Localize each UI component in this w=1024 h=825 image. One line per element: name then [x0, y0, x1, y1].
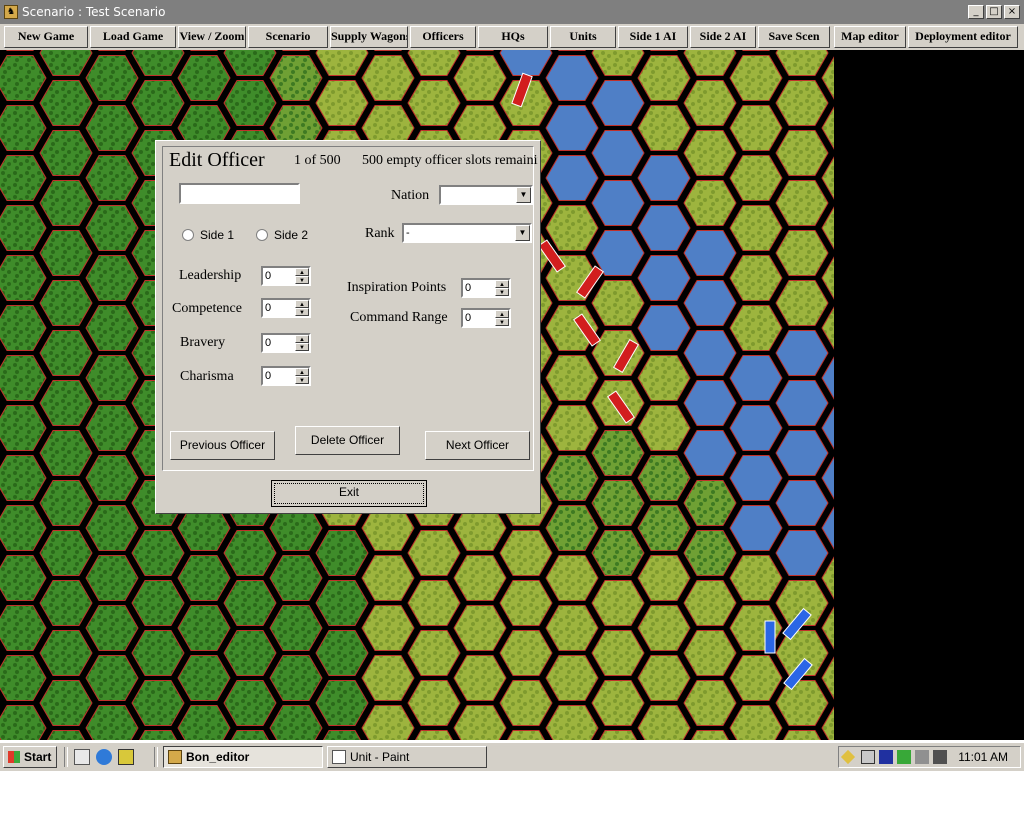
spin-down-icon[interactable]: ▼: [295, 308, 309, 316]
exit-button[interactable]: Exit: [271, 480, 427, 507]
bon-editor-icon: [168, 750, 182, 764]
bravery-value: 0: [265, 337, 272, 349]
deployment-editor-button[interactable]: Deployment editor: [908, 26, 1018, 48]
command-range-label: Command Range: [350, 310, 448, 325]
side1-radio[interactable]: [182, 229, 194, 241]
previous-officer-button[interactable]: Previous Officer: [170, 431, 275, 460]
delete-officer-button[interactable]: Delete Officer: [295, 426, 400, 455]
spin-up-icon[interactable]: ▲: [295, 368, 309, 376]
competence-spinner[interactable]: 0 ▲ ▼: [261, 298, 311, 318]
officer-name-input[interactable]: [179, 183, 300, 204]
new-game-button[interactable]: New Game: [4, 26, 88, 48]
tray-monitor-icon[interactable]: [861, 750, 875, 764]
windows-logo-icon: [8, 751, 20, 763]
rank-label: Rank: [365, 226, 395, 241]
spin-down-icon[interactable]: ▼: [295, 376, 309, 384]
taskbar-divider: [154, 747, 158, 767]
chevron-down-icon[interactable]: ▼: [516, 187, 531, 203]
edit-officer-dialog: Edit Officer 1 of 500 500 empty officer …: [155, 140, 541, 514]
units-button[interactable]: Units: [550, 26, 616, 48]
competence-value: 0: [265, 302, 272, 314]
task-label: Unit - Paint: [350, 750, 410, 764]
taskbar: Start Bon_editor Unit - Paint 11:01 AM: [0, 742, 1024, 771]
leadership-label: Leadership: [179, 268, 242, 283]
show-desktop-icon[interactable]: [74, 749, 90, 765]
hqs-button[interactable]: HQs: [478, 26, 548, 48]
rank-value: -: [406, 227, 410, 239]
system-tray: 11:01 AM: [838, 746, 1021, 768]
bravery-spinner[interactable]: 0 ▲ ▼: [261, 333, 311, 353]
tray-network-icon[interactable]: [897, 750, 911, 764]
spin-up-icon[interactable]: ▲: [295, 268, 309, 276]
officer-counter: 1 of 500: [294, 153, 341, 168]
clock: 11:01 AM: [958, 750, 1008, 764]
spin-up-icon[interactable]: ▲: [295, 335, 309, 343]
internet-explorer-icon[interactable]: [96, 749, 112, 765]
supply-wagons-button[interactable]: Supply Wagons: [330, 26, 408, 48]
task-label: Bon_editor: [186, 750, 250, 764]
side-panel: [834, 50, 1024, 740]
charisma-label: Charisma: [180, 369, 234, 384]
leadership-spinner[interactable]: 0 ▲ ▼: [261, 266, 311, 286]
spin-down-icon[interactable]: ▼: [295, 343, 309, 351]
media-player-icon[interactable]: [118, 749, 134, 765]
paint-icon: [332, 750, 346, 764]
load-game-button[interactable]: Load Game: [90, 26, 176, 48]
inspiration-points-spinner[interactable]: 0 ▲ ▼: [461, 278, 511, 298]
side1-ai-button[interactable]: Side 1 AI: [618, 26, 688, 48]
officers-button[interactable]: Officers: [410, 26, 476, 48]
inspiration-points-label: Inspiration Points: [347, 280, 447, 295]
side2-ai-button[interactable]: Side 2 AI: [690, 26, 756, 48]
side1-label: Side 1: [200, 228, 235, 242]
start-button[interactable]: Start: [3, 746, 57, 768]
start-label: Start: [24, 750, 52, 764]
tray-printer-icon[interactable]: [933, 750, 947, 764]
window-titlebar: ♞ Scenario : Test Scenario _ □ ×: [0, 0, 1024, 24]
charisma-spinner[interactable]: 0 ▲ ▼: [261, 366, 311, 386]
command-range-value: 0: [465, 312, 472, 324]
spin-down-icon[interactable]: ▼: [295, 276, 309, 284]
window-title: Scenario : Test Scenario: [22, 5, 166, 19]
command-range-spinner[interactable]: 0 ▲ ▼: [461, 308, 511, 328]
menu-bar: New Game Load Game View / Zoom Scenario …: [0, 24, 1024, 50]
side2-label: Side 2: [274, 228, 309, 242]
tray-media-icon[interactable]: [879, 750, 893, 764]
view-zoom-button[interactable]: View / Zoom: [178, 26, 246, 48]
inspiration-points-value: 0: [465, 282, 472, 294]
chevron-down-icon[interactable]: ▼: [515, 225, 530, 241]
next-officer-button[interactable]: Next Officer: [425, 431, 530, 460]
spin-down-icon[interactable]: ▼: [495, 288, 509, 296]
nation-label: Nation: [391, 188, 430, 203]
side2-radio[interactable]: [256, 229, 268, 241]
task-bon-editor[interactable]: Bon_editor: [163, 746, 323, 768]
tray-tool-icon[interactable]: [840, 749, 856, 765]
volume-icon[interactable]: [915, 750, 929, 764]
empty-slots-text: 500 empty officer slots remaining: [362, 153, 538, 168]
maximize-icon[interactable]: □: [986, 5, 1002, 19]
scenario-button[interactable]: Scenario: [248, 26, 328, 48]
taskbar-divider: [64, 747, 68, 767]
spin-up-icon[interactable]: ▲: [495, 280, 509, 288]
dialog-title: Edit Officer: [169, 149, 265, 171]
minimize-icon[interactable]: _: [968, 5, 984, 19]
spin-down-icon[interactable]: ▼: [495, 318, 509, 326]
bravery-label: Bravery: [180, 335, 226, 350]
charisma-value: 0: [265, 370, 272, 382]
save-scen-button[interactable]: Save Scen: [758, 26, 830, 48]
competence-label: Competence: [172, 301, 242, 316]
side2-unit[interactable]: [764, 620, 776, 654]
spin-up-icon[interactable]: ▲: [295, 300, 309, 308]
task-unit-paint[interactable]: Unit - Paint: [327, 746, 487, 768]
app-icon: ♞: [4, 5, 18, 19]
leadership-value: 0: [265, 270, 272, 282]
spin-up-icon[interactable]: ▲: [495, 310, 509, 318]
nation-select[interactable]: ▼: [439, 185, 533, 205]
map-editor-button[interactable]: Map editor: [834, 26, 906, 48]
rank-select[interactable]: - ▼: [402, 223, 532, 243]
close-icon[interactable]: ×: [1004, 5, 1020, 19]
